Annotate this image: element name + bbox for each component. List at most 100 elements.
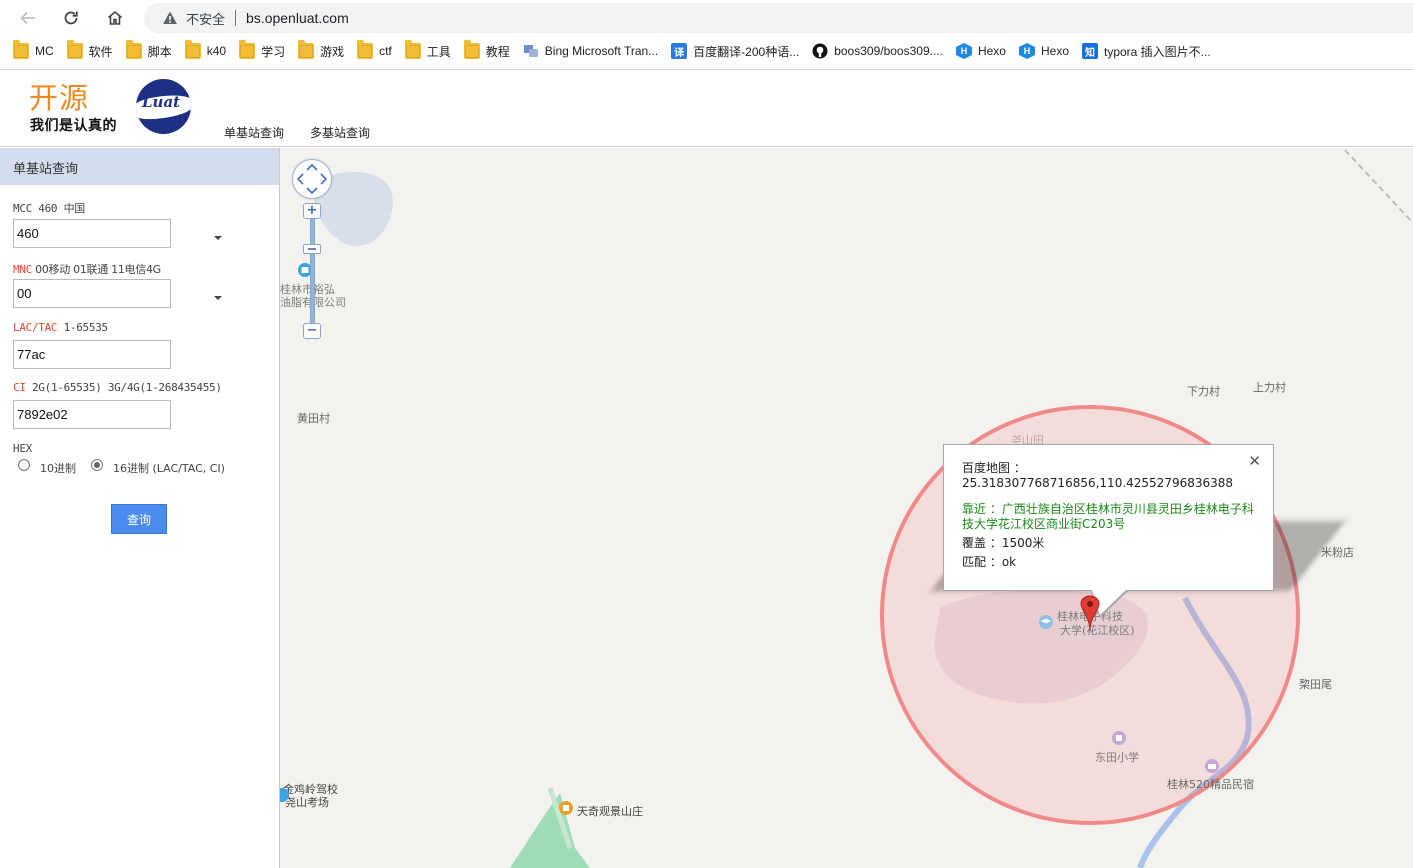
panel-title: 单基站查询 [0,148,279,185]
school-poi-icon [1039,615,1053,629]
folder-icon [184,40,201,59]
school-poi-icon [1112,731,1126,745]
bookmark-folder[interactable]: MC [10,39,60,63]
mnc-label: MNC 00移动 01联通 11电信4G [13,261,161,277]
bookmark-folder[interactable]: 工具 [402,39,457,63]
lac-key: LAC/TAC [13,321,58,334]
location-marker-icon[interactable] [1080,595,1100,635]
bookmark-folder[interactable]: 软件 [64,39,119,63]
bookmark-folder[interactable]: 脚本 [123,39,178,63]
map-label: 桂林520精品民宿 [1167,778,1254,791]
top-nav: 单基站查询 多基站查询 [224,124,396,141]
github-icon [812,43,828,59]
logo-slogan-small: 我们是认真的 [30,118,117,134]
zoom-in-button[interactable]: + [303,203,321,219]
bookmark-label: Hexo [1040,44,1069,58]
map-label: 桂林市裕弘 [280,283,335,296]
mnc-dropdown-icon[interactable] [214,296,222,300]
address-bar[interactable]: 不安全 bs.openluat.com [144,3,1413,33]
map-label: 尧山考场 [285,796,329,809]
near-address: 靠近 ：广西壮族自治区桂林市灵川县灵田乡桂林电子科技大学花江校区商业街C203号 [962,502,1254,531]
map-view[interactable]: 桂林市裕弘 油脂有限公司 黄田村 下力村 上力村 尧山田 米粉店 棃田尾 桂林电… [280,148,1413,868]
bookmark-label: Hexo [977,44,1006,58]
radio-hex-label: 16进制 (LAC/TAC, CI) [113,462,225,475]
insecure-label: 不安全 [186,11,226,27]
url-text: bs.openluat.com [246,10,349,26]
bookmark-folder[interactable]: 学习 [236,39,291,63]
bookmark-folder[interactable]: 教程 [461,39,516,63]
bookmark-label: typora 插入图片不... [1104,44,1211,59]
bookmark-link[interactable]: 知 typora 插入图片不... [1079,39,1217,63]
query-button[interactable]: 查询 [111,504,167,534]
bookmark-label: 游戏 [320,44,345,59]
folder-icon [357,40,374,59]
omnibox-divider [235,10,237,26]
zoom-out-button[interactable]: − [303,323,321,339]
bookmark-label: k40 [206,44,227,58]
hex-label: HEX [13,442,32,455]
bookmark-label: MC [35,44,54,58]
back-button[interactable] [17,7,39,29]
folder-icon [298,40,315,59]
baidu-translate-icon: 译 [671,43,688,59]
folder-icon [239,40,256,59]
bookmark-label: 学习 [261,44,286,59]
radio-hex[interactable] [91,459,103,471]
map-label: 棃田尾 [1299,678,1332,691]
bookmark-link[interactable]: H Hexo [1016,39,1075,63]
map-label: 上力村 [1253,381,1286,394]
bookmark-link[interactable]: boos309/boos309.... [809,39,949,63]
hexo-icon: H [1018,43,1035,59]
nav-multi-station[interactable]: 多基站查询 [310,124,370,141]
bookmark-label: Bing Microsoft Tran... [544,44,659,58]
logo-word: Luat [142,93,181,111]
mnc-input[interactable]: 00 [13,279,171,308]
zoom-slider-handle[interactable] [303,244,321,254]
map-label: 黄田村 [297,412,330,425]
bookmark-label: 百度翻译-200种语... [693,44,800,59]
info-window: ✕ 百度地图 ： 25.318307768716856,110.42552796… [943,444,1274,591]
mnc-key: MNC [13,263,32,276]
bookmark-link[interactable]: 译 百度翻译-200种语... [668,39,805,63]
query-panel: 单基站查询 MCC 460 中国 460 MNC 00移动 01联通 11电信4… [0,148,280,868]
mcc-dropdown-icon[interactable] [214,236,222,240]
bookmark-folder[interactable]: ctf [354,39,398,63]
zhihu-icon: 知 [1082,43,1098,59]
bookmark-label: ctf [379,44,392,58]
map-label: 金鸡岭驾校 [283,783,338,796]
lac-input[interactable]: 77ac [13,340,171,369]
bookmarks-bar: MC 软件 脚本 k40 学习 游戏 ctf 工具 教程 Bing Micros… [0,38,1413,64]
map-label: 下力村 [1187,385,1220,398]
hexo-icon: H [955,43,972,59]
mcc-input[interactable]: 460 [13,219,171,248]
map-label: 天奇观景山庄 [577,805,643,818]
radio-decimal[interactable] [18,459,30,471]
driving-school-poi-icon [280,788,289,802]
bookmark-label: 脚本 [147,44,172,59]
bookmark-label: 工具 [426,44,451,59]
folder-icon [463,40,480,59]
pan-arrows-icon [296,163,328,195]
resort-poi-icon [559,801,573,815]
bookmark-link[interactable]: Bing Microsoft Tran... [520,39,664,63]
home-button[interactable] [104,7,126,29]
pan-control[interactable] [292,159,332,199]
close-icon[interactable]: ✕ [1248,454,1261,469]
zoom-slider-track[interactable] [310,210,315,330]
reload-button[interactable] [60,7,82,29]
folder-icon [125,40,142,59]
map-label: 东田小学 [1095,751,1139,764]
match-text: 匹配 ：ok [962,555,1017,569]
bookmark-link[interactable]: H Hexo [953,39,1012,63]
bookmark-folder[interactable]: k40 [182,39,232,63]
bookmark-label: 软件 [88,44,113,59]
nav-single-station[interactable]: 单基站查询 [224,124,284,141]
hotel-poi-icon [1205,759,1219,773]
ci-input[interactable]: 7892e02 [13,400,171,429]
bookmark-folder[interactable]: 游戏 [295,39,350,63]
folder-icon [13,40,29,59]
browser-chrome: 不安全 bs.openluat.com MC 软件 脚本 k40 学习 游戏 c… [0,0,1413,70]
home-icon [107,10,123,25]
lac-label: LAC/TAC 1-65535 [13,321,108,334]
luat-logo: Luat [136,79,191,134]
